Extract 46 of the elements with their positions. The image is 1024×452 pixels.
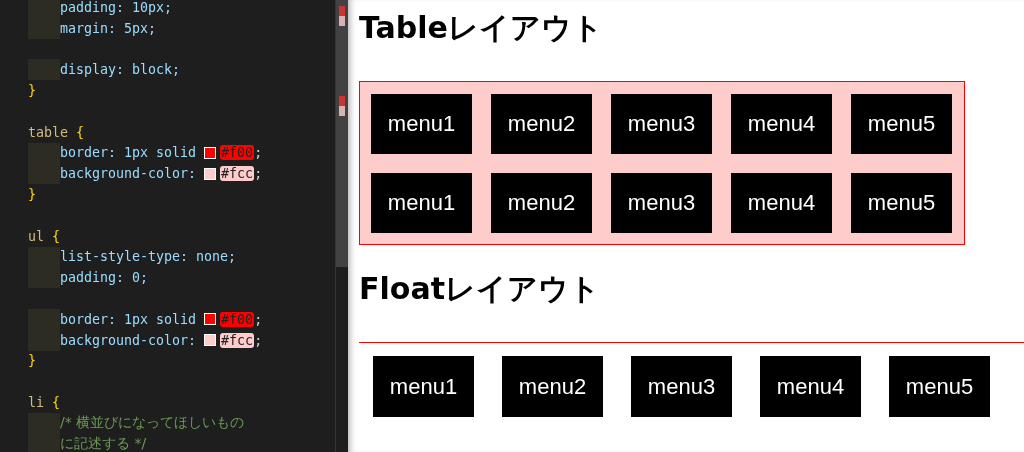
color-code: #f00 <box>220 145 255 161</box>
menu-item[interactable]: menu5 <box>851 94 952 154</box>
code-text: ; <box>254 166 263 182</box>
code-line: } <box>28 187 36 203</box>
menu-item[interactable]: menu2 <box>502 356 603 417</box>
code-editor[interactable] <box>0 0 348 452</box>
menu-item[interactable]: menu1 <box>373 356 474 417</box>
menu-item[interactable]: menu3 <box>631 356 732 417</box>
menu-item[interactable]: menu3 <box>611 94 712 154</box>
code-line: } <box>28 83 36 99</box>
code-text: ; <box>254 311 263 327</box>
scroll-marker <box>339 96 345 116</box>
code-comment: /* 横並びになってほしいもの <box>60 414 245 433</box>
code-text: ; <box>254 145 263 161</box>
scrollbar[interactable] <box>335 0 348 452</box>
menu-item[interactable]: menu3 <box>611 173 712 233</box>
menu-item[interactable]: menu1 <box>371 94 472 154</box>
menu-item[interactable]: menu5 <box>851 173 952 233</box>
menu-item[interactable]: menu4 <box>731 94 832 154</box>
scroll-marker <box>339 6 345 26</box>
code-text: ; <box>254 332 263 348</box>
code-line: list-style-type: none; <box>60 249 237 265</box>
code-text: background-color: <box>60 332 197 348</box>
code-text: background-color: <box>60 166 197 182</box>
color-code: #fcc <box>220 166 255 182</box>
menu-item[interactable]: menu4 <box>731 173 832 233</box>
section-heading: Floatレイアウト <box>359 270 601 308</box>
code-line: margin: 5px; <box>60 20 157 36</box>
menu-item[interactable]: menu1 <box>371 173 472 233</box>
menu-item[interactable]: menu5 <box>889 356 990 417</box>
menu-item[interactable]: menu4 <box>760 356 861 417</box>
code-line: ul { <box>28 228 61 244</box>
code-text: border: 1px solid <box>60 145 197 161</box>
code-comment: に記述する */ <box>60 435 147 452</box>
code-line: display: block; <box>60 62 181 78</box>
menu-item[interactable]: menu2 <box>491 173 592 233</box>
menu-item[interactable]: menu2 <box>491 94 592 154</box>
color-code: #fcc <box>220 332 255 348</box>
code-text: border: 1px solid <box>60 311 197 327</box>
code-line: padding: 0; <box>60 270 149 286</box>
code-line: li { <box>28 395 61 411</box>
code-line: table { <box>28 124 85 140</box>
code-line: } <box>28 353 36 369</box>
section-heading: Tableレイアウト <box>359 9 604 47</box>
code-line: padding: 10px; <box>60 0 173 15</box>
color-code: #f00 <box>220 311 255 327</box>
